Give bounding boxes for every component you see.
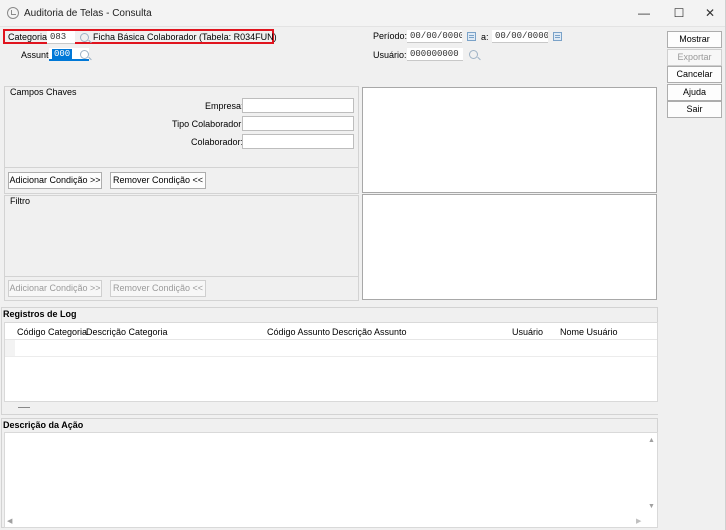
assunto-search-icon[interactable]	[80, 50, 89, 59]
registros-footer	[4, 402, 658, 414]
filtro-title: Filtro	[10, 196, 30, 206]
filtro-remove-condition-button[interactable]: Remover Condição <<	[110, 280, 206, 297]
categoria-label: Categoria:	[8, 32, 50, 42]
campos-remove-condition-button[interactable]: Remover Condição <<	[110, 172, 206, 189]
usuario-field[interactable]: 000000000	[407, 48, 463, 61]
scroll-down-icon[interactable]: ▼	[648, 503, 655, 510]
resize-grip-icon[interactable]	[18, 407, 30, 408]
title-bar: Auditoria de Telas - Consulta — ☐ ✕	[0, 0, 726, 27]
empresa-label: Empresa:	[205, 101, 244, 111]
window-title: Auditoria de Telas - Consulta	[24, 8, 152, 19]
assunto-value: 000	[52, 49, 73, 59]
descricao-textarea[interactable]	[4, 432, 658, 528]
colaborador-field[interactable]	[242, 134, 354, 149]
filtro-divider	[5, 276, 358, 277]
close-button[interactable]: ✕	[693, 0, 726, 27]
mostrar-button[interactable]: Mostrar	[667, 31, 722, 48]
periodo-separator: a:	[481, 32, 489, 42]
filtro-conditions-list[interactable]	[362, 194, 657, 300]
row-indicator	[5, 340, 15, 356]
tipo-colaborador-field[interactable]	[242, 116, 354, 131]
filtro-add-condition-button[interactable]: Adicionar Condição >>	[8, 280, 102, 297]
campos-divider	[5, 167, 358, 168]
cancelar-button[interactable]: Cancelar	[667, 66, 722, 83]
periodo-from-field[interactable]: 00/00/0000	[407, 30, 462, 43]
descricao-title: Descrição da Ação	[3, 420, 84, 430]
usuario-search-icon[interactable]	[469, 50, 478, 59]
categoria-field[interactable]: 083	[47, 31, 75, 44]
periodo-to-field[interactable]: 00/00/0000	[492, 30, 548, 43]
minimize-button[interactable]: —	[627, 0, 661, 27]
scroll-right-icon[interactable]: ▶	[636, 517, 641, 525]
categoria-description: Ficha Básica Colaborador (Tabela: R034FU…	[93, 32, 277, 42]
col-nome-usuario[interactable]: Nome Usuário	[560, 327, 618, 337]
periodo-from-calendar-icon[interactable]	[467, 32, 476, 41]
col-usuario[interactable]: Usuário	[512, 327, 543, 337]
sair-button[interactable]: Sair	[667, 101, 722, 118]
col-codigo-assunto[interactable]: Código Assunto	[267, 327, 330, 337]
col-descricao-assunto[interactable]: Descrição Assunto	[332, 327, 407, 337]
maximize-button[interactable]: ☐	[662, 0, 696, 27]
registros-title: Registros de Log	[3, 309, 77, 319]
categoria-search-icon[interactable]	[80, 33, 89, 42]
table-row	[5, 356, 657, 357]
ajuda-button[interactable]: Ajuda	[667, 84, 722, 101]
empresa-field[interactable]	[242, 98, 354, 113]
app-icon	[7, 7, 19, 19]
scroll-left-icon[interactable]: ◀	[7, 517, 12, 525]
campos-conditions-list[interactable]	[362, 87, 657, 193]
periodo-to-calendar-icon[interactable]	[553, 32, 562, 41]
periodo-label: Período:	[373, 31, 408, 41]
usuario-label: Usuário:	[373, 50, 407, 60]
exportar-button[interactable]: Exportar	[667, 49, 722, 66]
campos-add-condition-button[interactable]: Adicionar Condição >>	[8, 172, 102, 189]
col-descricao-categoria[interactable]: Descrição Categoria	[86, 327, 168, 337]
col-codigo-categoria[interactable]: Código Categoria	[17, 327, 87, 337]
tipo-colaborador-label: Tipo Colaborador:	[172, 119, 244, 129]
scroll-up-icon[interactable]: ▲	[648, 437, 655, 444]
colaborador-label: Colaborador:	[191, 137, 244, 147]
campos-chaves-title: Campos Chaves	[10, 87, 77, 97]
